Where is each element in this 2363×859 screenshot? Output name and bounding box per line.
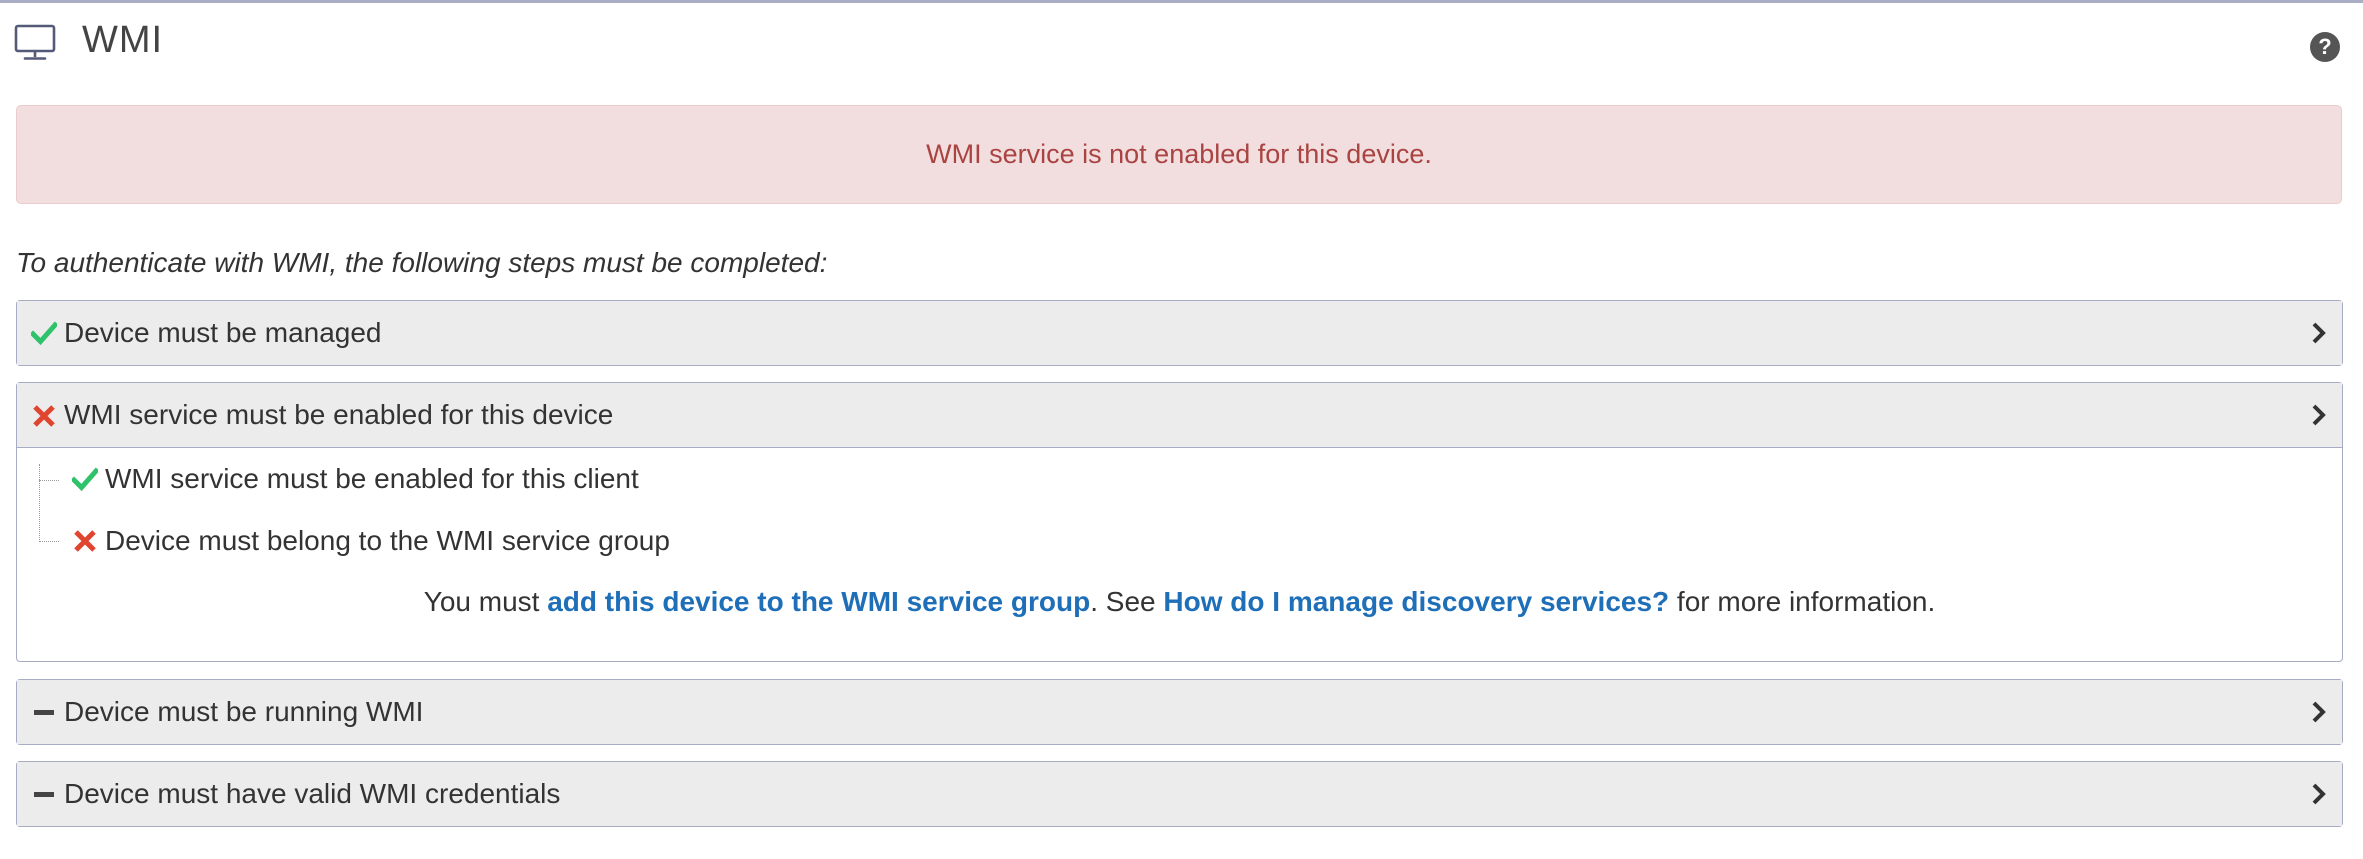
step-header[interactable]: Device must have valid WMI credentials — [17, 762, 2342, 826]
page-header: WMI ? — [0, 3, 2363, 85]
x-icon — [33, 405, 55, 427]
discovery-services-help-link[interactable]: How do I manage discovery services? — [1163, 586, 1669, 617]
instructions-intro: To authenticate with WMI, the following … — [16, 247, 828, 278]
substep-label: Device must belong to the WMI service gr… — [105, 525, 670, 556]
step-header[interactable]: Device must be managed — [17, 301, 2342, 365]
instruction-text: You must — [423, 586, 548, 617]
check-icon — [31, 321, 57, 346]
remediation-instruction: You must add this device to the WMI serv… — [17, 586, 2342, 618]
step-header[interactable]: Device must be running WMI — [17, 680, 2342, 744]
help-icon[interactable]: ? — [2310, 32, 2340, 62]
chevron-right-icon[interactable] — [2310, 780, 2328, 808]
substep-list: WMI service must be enabled for this cli… — [17, 448, 2342, 661]
x-icon — [74, 530, 96, 552]
step-label: Device must be managed — [64, 317, 382, 348]
dash-icon — [34, 710, 54, 715]
page-title: WMI — [82, 19, 164, 61]
step-label: Device must be running WMI — [64, 696, 424, 727]
step-valid-wmi-credentials[interactable]: Device must have valid WMI credentials — [16, 761, 2343, 827]
chevron-right-icon[interactable] — [2310, 401, 2328, 429]
monitor-icon — [14, 24, 56, 60]
step-device-running-wmi[interactable]: Device must be running WMI — [16, 679, 2343, 745]
add-to-service-group-link[interactable]: add this device to the WMI service group — [547, 586, 1090, 617]
dash-icon — [34, 792, 54, 797]
substep-label: WMI service must be enabled for this cli… — [105, 463, 639, 494]
chevron-right-icon[interactable] — [2310, 698, 2328, 726]
check-icon — [72, 467, 98, 492]
error-alert: WMI service is not enabled for this devi… — [16, 105, 2342, 204]
step-header[interactable]: WMI service must be enabled for this dev… — [17, 383, 2342, 448]
instruction-text: for more information. — [1669, 586, 1936, 617]
step-label: WMI service must be enabled for this dev… — [64, 399, 614, 430]
tree-connector — [39, 464, 41, 542]
step-label: Device must have valid WMI credentials — [64, 778, 561, 809]
step-wmi-service-enabled[interactable]: WMI service must be enabled for this dev… — [16, 382, 2343, 662]
instruction-text: . See — [1090, 586, 1164, 617]
alert-message: WMI service is not enabled for this devi… — [926, 139, 1432, 169]
step-device-managed[interactable]: Device must be managed — [16, 300, 2343, 366]
tree-branch — [39, 541, 59, 543]
tree-branch — [39, 480, 59, 482]
chevron-right-icon[interactable] — [2310, 319, 2328, 347]
